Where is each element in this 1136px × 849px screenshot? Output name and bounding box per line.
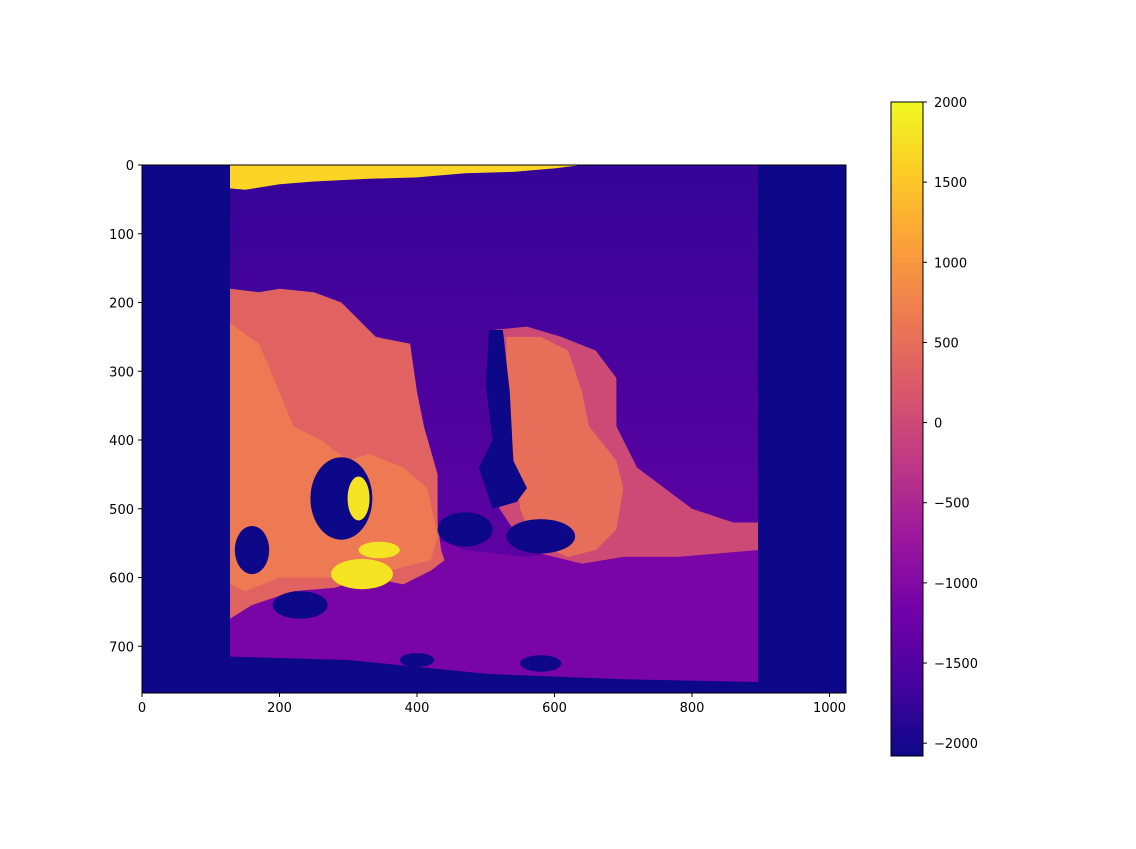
right-rock-hole <box>437 512 493 547</box>
ground-hole <box>520 655 562 672</box>
colorbar-tick-label: −500 <box>934 497 970 512</box>
right-rock-hole <box>506 519 576 554</box>
x-tick-label: 600 <box>542 701 567 716</box>
y-tick-label: 400 <box>109 434 134 449</box>
heatmap-plot-area <box>142 165 846 693</box>
x-tick-label: 800 <box>680 701 705 716</box>
y-tick-label: 200 <box>109 297 134 312</box>
left-rock-hole <box>234 525 270 575</box>
colorbar-tick-label: 1500 <box>934 176 967 191</box>
y-tick-label: 0 <box>126 159 134 174</box>
x-tick-label: 0 <box>138 701 146 716</box>
colorbar-tick-label: −1000 <box>934 577 978 592</box>
colorbar-tick-label: 500 <box>934 336 959 351</box>
left-rock-bright-patch <box>358 541 400 559</box>
y-tick-label: 500 <box>109 503 134 518</box>
y-axis: 0 100 200 300 400 500 600 700 <box>109 159 142 655</box>
right-border-band <box>758 165 846 693</box>
left-border-band <box>142 165 230 693</box>
y-tick-label: 700 <box>109 640 134 655</box>
colorbar-tick-label: −2000 <box>934 737 978 752</box>
colorbar-tick-label: 1000 <box>934 256 967 271</box>
colorbar: 2000 1500 1000 500 0 −500 −1000 −1500 −2000 <box>890 96 978 757</box>
y-tick-label: 300 <box>109 365 134 380</box>
x-tick-label: 1000 <box>813 701 846 716</box>
colorbar-tick-label: −1500 <box>934 657 978 672</box>
x-tick-label: 200 <box>267 701 292 716</box>
ground-hole <box>399 653 435 667</box>
left-rock-bright-patch <box>331 558 393 590</box>
x-tick-label: 400 <box>405 701 430 716</box>
colorbar-tick-label: 0 <box>934 417 942 432</box>
y-tick-label: 600 <box>109 572 134 587</box>
colorbar-tick-label: 2000 <box>934 96 967 111</box>
left-rock-hole <box>272 591 328 619</box>
y-tick-label: 100 <box>109 228 134 243</box>
x-axis: 0 200 400 600 800 1000 <box>138 693 846 716</box>
chart-figure: 0 200 400 600 800 1000 0 100 200 300 400 500 600 700… <box>109 96 978 757</box>
colorbar-gradient <box>890 101 924 757</box>
left-rock-bright-patch <box>347 476 370 521</box>
